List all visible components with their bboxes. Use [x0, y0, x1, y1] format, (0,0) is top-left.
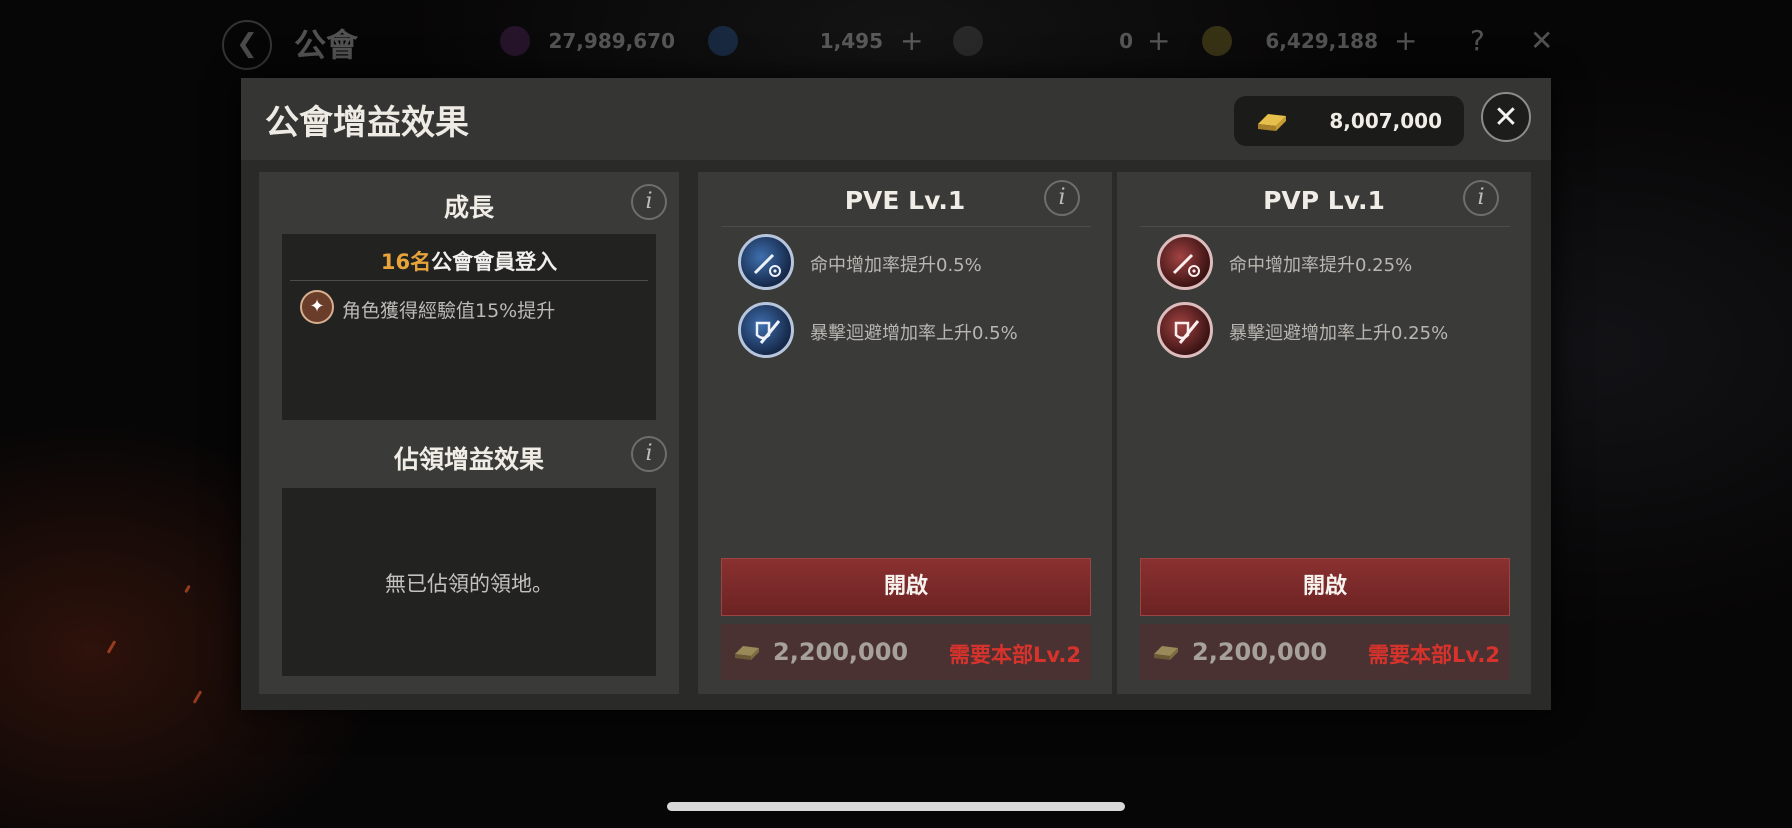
close-icon[interactable]: ✕: [1530, 24, 1553, 57]
pvp-cost-value: 2,200,000: [1192, 638, 1328, 666]
currency-value: 0: [1119, 29, 1133, 53]
pvp-requirement: 需要本部Lv.2: [1368, 643, 1500, 667]
back-arrow-icon[interactable]: ❮: [222, 20, 272, 70]
pvp-panel: PVP Lv.1 i 命中增加率提升0.25% 暴擊迴避增加率上升0.25% 開…: [1117, 172, 1531, 694]
divider: [290, 280, 648, 281]
sword-shield-icon: [738, 302, 794, 358]
modal-close-button[interactable]: ✕: [1481, 92, 1531, 142]
home-indicator[interactable]: [667, 802, 1125, 811]
currency-ticket: 0: [953, 26, 1133, 56]
gold-bar-icon: [1258, 114, 1286, 131]
pve-panel: PVE Lv.1 i 命中增加率提升0.5% 暴擊迴避增加率上升0.5% 開啟 …: [698, 172, 1112, 694]
pvp-open-button[interactable]: 開啟: [1140, 558, 1510, 616]
pvp-effect-text: 暴擊迴避增加率上升0.25%: [1229, 323, 1449, 344]
currency-value: 1,495: [819, 29, 883, 53]
occupation-info-icon[interactable]: i: [631, 436, 667, 472]
pve-effect-accuracy: 命中增加率提升0.5%: [738, 234, 1078, 292]
pve-effect-text: 暴擊迴避增加率上升0.5%: [810, 323, 1018, 344]
gold-bar-icon: [1154, 646, 1178, 660]
help-icon[interactable]: ?: [1470, 24, 1485, 57]
growth-panel: 成長 i 16名公會會員登入 ✦ 角色獲得經驗值15%提升 佔領增益效果 i 無…: [259, 172, 679, 694]
pvp-info-icon[interactable]: i: [1463, 180, 1499, 216]
login-suffix: 公會會員登入: [431, 250, 558, 274]
sword-target-icon: [738, 234, 794, 290]
top-bar: ❮ 公會 27,989,670 1,495 + 0 + 6,429,188 + …: [0, 0, 1792, 80]
pvp-effect-text: 命中增加率提升0.25%: [1229, 255, 1413, 276]
currency-gold: 6,429,188: [1202, 26, 1378, 56]
growth-title: 成長: [443, 193, 494, 222]
currency-diamond: 1,495: [708, 26, 883, 56]
modal-header: 公會增益效果 8,007,000 ✕: [241, 78, 1551, 160]
pve-open-button[interactable]: 開啟: [721, 558, 1091, 616]
modal-title: 公會增益效果: [265, 103, 469, 143]
diamond-icon: [708, 26, 738, 56]
sword-target-icon: [1157, 234, 1213, 290]
currency-value: 27,989,670: [548, 29, 675, 53]
exp-boost-icon: ✦: [300, 290, 334, 324]
growth-effect-text: 角色獲得經驗值15%提升: [342, 300, 556, 322]
growth-info-icon[interactable]: i: [631, 184, 667, 220]
currency-value: 6,429,188: [1265, 29, 1378, 53]
pve-info-icon[interactable]: i: [1044, 180, 1080, 216]
divider: [1140, 226, 1510, 227]
purple-gem-icon: [500, 26, 530, 56]
guild-buff-modal: 公會增益效果 8,007,000 ✕ 成長 i 16名公會會員登入 ✦ 角色獲得…: [241, 78, 1551, 710]
pve-effect-text: 命中增加率提升0.5%: [810, 255, 982, 276]
currency-purple-gem: 27,989,670: [500, 26, 675, 56]
login-requirement: 16名公會會員登入: [282, 246, 656, 276]
gold-bar-icon: [735, 646, 759, 660]
add-gold-button[interactable]: +: [1394, 24, 1417, 57]
occupation-title: 佔領增益效果: [393, 445, 544, 474]
add-ticket-button[interactable]: +: [1147, 24, 1170, 57]
occupation-box: 無已佔領的領地。: [282, 488, 656, 676]
growth-box: 16名公會會員登入 ✦ 角色獲得經驗值15%提升: [282, 234, 656, 420]
sword-shield-icon: [1157, 302, 1213, 358]
pvp-effect-crit-evade: 暴擊迴避增加率上升0.25%: [1157, 302, 1497, 360]
pve-cost: 2,200,000 需要本部Lv.2: [721, 624, 1091, 680]
ticket-icon: [953, 26, 983, 56]
pvp-cost: 2,200,000 需要本部Lv.2: [1140, 624, 1510, 680]
gold-value: 8,007,000: [1329, 109, 1442, 133]
page-title: 公會: [294, 26, 359, 64]
gold-balance: 8,007,000: [1234, 96, 1464, 146]
login-count: 16名: [380, 250, 432, 274]
divider: [721, 226, 1091, 227]
add-diamond-button[interactable]: +: [900, 24, 923, 57]
gold-coin-icon: [1202, 26, 1232, 56]
occupation-empty-text: 無已佔領的領地。: [385, 572, 553, 596]
pve-requirement: 需要本部Lv.2: [949, 643, 1081, 667]
pve-effect-crit-evade: 暴擊迴避增加率上升0.5%: [738, 302, 1078, 360]
pvp-effect-accuracy: 命中增加率提升0.25%: [1157, 234, 1497, 292]
pve-cost-value: 2,200,000: [773, 638, 909, 666]
